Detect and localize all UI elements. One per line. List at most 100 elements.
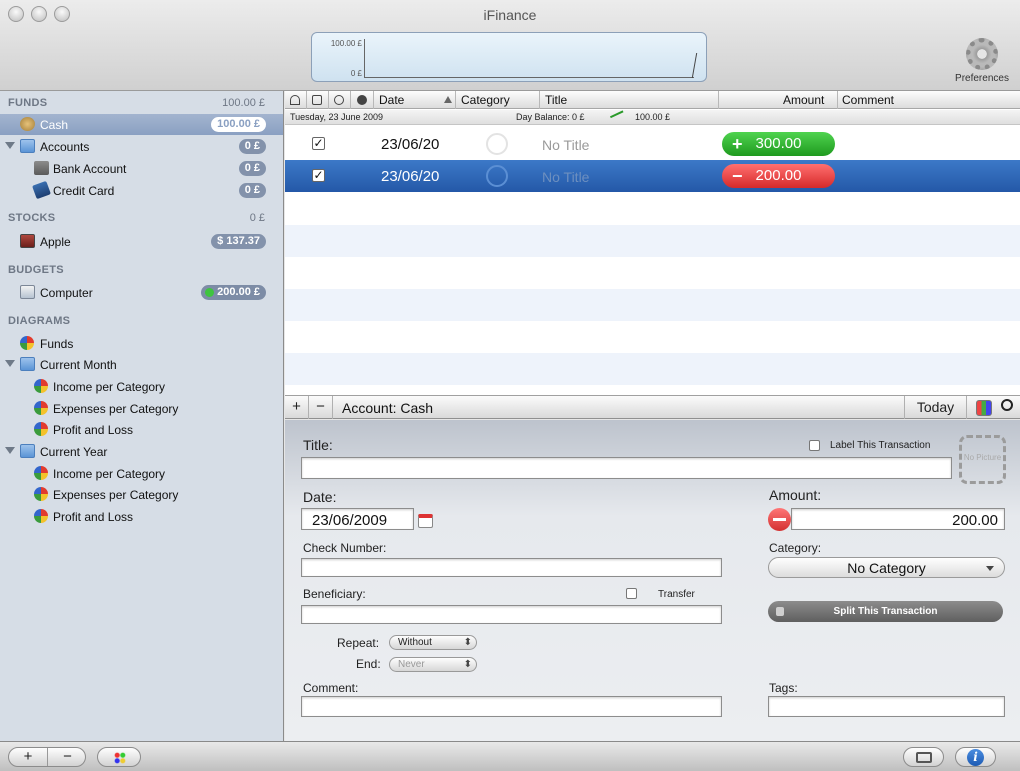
tags-label: Tags: [769,681,798,695]
remove-transaction-button[interactable]: − [309,396,333,419]
sidebar-item-month-profit[interactable]: Profit and Loss [0,419,283,440]
row-date: 23/06/20 [381,168,440,185]
table-empty-row [285,321,1020,353]
amount-input[interactable]: 200.00 [791,508,1005,530]
budget-value: 200.00 £ [217,286,260,298]
add-transaction-button[interactable]: + [285,396,309,419]
amount-income-pill[interactable]: + 300.00 [722,132,835,156]
today-button[interactable]: Today [904,396,967,419]
transactions-table: Date Category Title Amount Comment Tuesd… [285,91,1020,395]
add-sidebar-item-button[interactable]: + [9,748,48,766]
disclosure-triangle-icon[interactable] [5,142,15,149]
balance-mini-graph[interactable]: 100.00 £ 0 £ [311,32,707,82]
sidebar-item-label: Profit and Loss [53,510,134,524]
sidebar-item-apple[interactable]: Apple $ 137.37 [0,231,283,252]
expense-toggle-button[interactable] [768,508,791,531]
sidebar-item-credit-card[interactable]: Credit Card 0 £ [0,180,283,201]
sidebar-item-accounts[interactable]: Accounts 0 £ [0,136,283,157]
sidebar-item-cash[interactable]: Cash 100.00 £ [0,114,283,135]
gear-icon [966,38,998,70]
minus-icon: − [732,166,743,186]
sidebar-item-year-expenses[interactable]: Expenses per Category [0,484,283,505]
label-transaction-checkbox[interactable] [809,440,820,451]
sort-ascending-icon [444,96,452,103]
sidebar-item-funds-diagram[interactable]: Funds [0,333,283,354]
column-header-date[interactable]: Date [379,93,404,107]
end-select[interactable]: Never [389,657,477,672]
calendar-icon[interactable] [418,514,433,528]
split-transaction-label: Split This Transaction [833,606,938,617]
folder-icon [20,357,35,371]
sidebar-item-month-expenses[interactable]: Expenses per Category [0,398,283,419]
pie-chart-icon [34,487,48,501]
date-input[interactable]: 23/06/2009 [301,508,414,530]
sidebar-item-year-income[interactable]: Income per Category [0,463,283,484]
pie-chart-icon [34,379,48,393]
beneficiary-input[interactable] [301,605,722,624]
row-amount: 200.00 [755,167,802,184]
category-icon[interactable] [486,133,508,155]
pie-chart-icon [34,401,48,415]
column-header-amount[interactable]: Amount [783,93,824,107]
sidebar-item-current-month[interactable]: Current Month [0,354,283,375]
comment-input[interactable] [301,696,722,717]
coins-icon [20,117,35,131]
stock-chart-icon [20,234,35,248]
column-header-category[interactable]: Category [461,93,510,107]
comment-label: Comment: [303,681,359,695]
sidebar-item-month-income[interactable]: Income per Category [0,376,283,397]
printer-icon [916,752,932,763]
repeat-select[interactable]: Without [389,635,477,650]
pie-chart-icon [34,509,48,523]
column-divider [328,91,329,109]
preferences-button[interactable]: Preferences [948,38,1016,84]
print-button[interactable] [903,747,944,767]
sidebar-item-bank-account[interactable]: Bank Account 0 £ [0,158,283,179]
pin-column-icon[interactable] [290,95,300,105]
column-header-title[interactable]: Title [545,93,567,107]
category-icon[interactable] [486,165,508,187]
label-transaction-label: Label This Transaction [830,440,931,451]
pie-chart-icon [34,422,48,436]
amount-expense-pill[interactable]: − 200.00 [722,164,835,188]
cleared-checkbox[interactable]: ✓ [312,169,325,182]
title-input[interactable] [301,457,952,479]
disclosure-triangle-icon[interactable] [5,360,15,367]
sidebar-item-label: Apple [40,235,71,249]
disclosure-triangle-icon[interactable] [5,447,15,454]
amount-label: Amount: [769,487,822,503]
sidebar-item-label: Accounts [40,140,90,154]
repeat-column-icon[interactable] [334,95,344,105]
credit-card-icon [32,180,51,200]
sidebar-item-label: Income per Category [53,467,166,481]
sidebar-item-label: Credit Card [53,184,115,198]
diagrams-header: DIAGRAMS [8,315,71,327]
split-transaction-button[interactable]: Split This Transaction [768,601,1003,622]
remove-sidebar-item-button[interactable]: − [48,748,87,766]
sidebar-item-computer[interactable]: Computer 200.00 £ [0,282,283,303]
toolbar: iFinance 100.00 £ 0 £ Preferences [0,0,1020,91]
color-label-icon[interactable] [976,400,992,416]
row-amount: 300.00 [755,135,802,152]
beneficiary-label: Beneficiary: [303,587,366,601]
graph-line [691,53,698,78]
tags-input[interactable] [768,696,1005,717]
checkbox-column-icon[interactable] [312,95,322,105]
cleared-checkbox[interactable]: ✓ [312,137,325,150]
column-header-comment[interactable]: Comment [842,93,894,107]
transfer-checkbox[interactable] [626,588,637,599]
category-select[interactable]: No Category [768,557,1005,578]
sidebar-item-current-year[interactable]: Current Year [0,441,283,462]
color-labels-button[interactable] [97,747,141,767]
search-icon[interactable] [1001,399,1013,411]
table-row-selected[interactable]: ✓ 23/06/20 No Title − 200.00 [285,160,1020,192]
check-number-input[interactable] [301,558,722,577]
status-column-icon[interactable] [357,95,367,105]
column-divider [539,91,540,109]
sidebar-item-year-profit[interactable]: Profit and Loss [0,506,283,527]
picture-drop-well[interactable]: No Picture [959,435,1006,484]
info-button[interactable]: i [955,747,996,767]
budgets-header: BUDGETS [8,264,64,276]
trash-icon [776,607,784,616]
table-row[interactable]: ✓ 23/06/20 No Title + 300.00 [285,128,1020,160]
